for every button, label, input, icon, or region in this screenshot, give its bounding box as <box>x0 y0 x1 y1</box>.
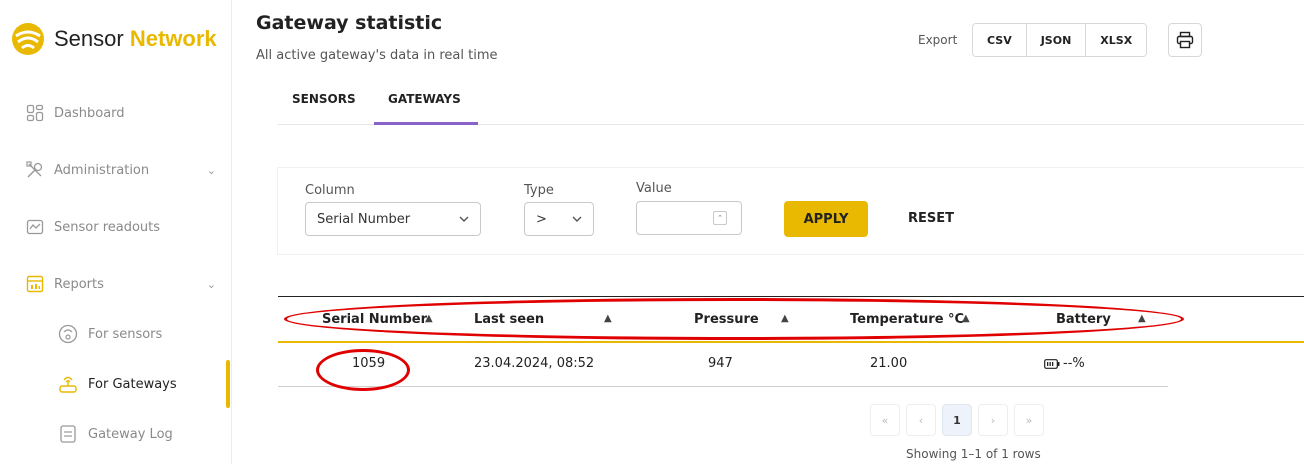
sidebar-item-label: Dashboard <box>54 105 125 121</box>
tab-bar: SENSORS GATEWAYS <box>278 90 1304 125</box>
export-csv-button[interactable]: CSV <box>973 24 1027 56</box>
dashboard-icon <box>26 104 44 122</box>
pagination: « ‹ 1 › » <box>870 404 1044 436</box>
sidebar-subitem-label: For Gateways <box>88 376 177 392</box>
export-button-group: CSV JSON XLSX <box>972 23 1148 57</box>
export-xlsx-button[interactable]: XLSX <box>1086 24 1147 56</box>
battery-value: --% <box>1063 356 1085 371</box>
chevron-down-icon: ⌄ <box>206 163 216 177</box>
sidebar-item-sensor-readouts[interactable]: Sensor readouts <box>26 218 216 236</box>
prev-page-button[interactable]: ‹ <box>906 404 936 436</box>
tab-sensors[interactable]: SENSORS <box>292 92 356 106</box>
reset-button[interactable]: RESET <box>908 211 954 226</box>
type-label: Type <box>524 183 554 198</box>
sidebar-item-dashboard[interactable]: Dashboard <box>26 104 216 122</box>
last-page-button[interactable]: » <box>1014 404 1044 436</box>
export-label: Export <box>918 33 958 47</box>
sidebar-subitem-for-gateways[interactable]: For Gateways <box>58 374 177 394</box>
type-select-value: > <box>536 211 547 227</box>
active-tab-indicator <box>374 122 478 125</box>
logo-text: Sensor Network <box>54 26 217 52</box>
serial-highlight-annotation <box>316 349 410 391</box>
cell-pressure: 947 <box>708 356 733 371</box>
sidebar-subitem-gateway-log[interactable]: Gateway Log <box>58 424 173 444</box>
logo-name: Sensor <box>54 26 124 51</box>
sidebar-subitem-for-sensors[interactable]: For sensors <box>58 324 162 344</box>
chart-icon <box>26 218 44 236</box>
column-select[interactable]: Serial Number <box>305 202 481 236</box>
logo-accent: Network <box>129 26 217 51</box>
chevron-down-icon <box>572 216 582 222</box>
logo-icon <box>12 23 44 55</box>
chevron-down-icon: ⌄ <box>206 277 216 291</box>
sidebar-subitem-label: For sensors <box>88 326 163 342</box>
column-select-value: Serial Number <box>317 211 411 227</box>
sidebar-subitem-label: Gateway Log <box>88 426 173 442</box>
cell-temperature: 21.00 <box>870 356 908 371</box>
tab-gateways[interactable]: GATEWAYS <box>388 92 461 106</box>
type-select[interactable]: > <box>524 202 594 236</box>
printer-icon <box>1176 31 1194 49</box>
logo[interactable]: Sensor Network <box>10 22 217 56</box>
sidebar: Sensor Network Dashboard Administration … <box>0 0 232 464</box>
app-root: Sensor Network Dashboard Administration … <box>0 0 1304 464</box>
tools-icon <box>26 161 44 179</box>
filter-panel: Column Serial Number Type > Value ⌃ APPL… <box>278 168 1304 254</box>
active-indicator <box>226 360 230 408</box>
page-1-button[interactable]: 1 <box>942 404 972 436</box>
sidebar-item-label: Sensor readouts <box>54 219 161 235</box>
spinner-icon[interactable]: ⌃ <box>713 211 727 225</box>
print-button[interactable] <box>1168 23 1202 57</box>
sidebar-item-reports[interactable]: Reports ⌄ <box>26 275 216 293</box>
apply-button[interactable]: APPLY <box>784 201 868 237</box>
table-row[interactable]: 1059 23.04.2024, 08:52 947 21.00 --% <box>278 343 1168 387</box>
sidebar-item-label: Reports <box>54 276 104 292</box>
value-input[interactable]: ⌃ <box>636 201 742 235</box>
document-icon <box>58 424 78 444</box>
chevron-down-icon <box>459 216 469 222</box>
sensor-icon <box>58 324 78 344</box>
page-subtitle: All active gateway's data in real time <box>256 48 498 63</box>
first-page-button[interactable]: « <box>870 404 900 436</box>
cell-last-seen: 23.04.2024, 08:52 <box>474 356 595 371</box>
battery-icon <box>1044 358 1060 369</box>
header-highlight-annotation <box>284 298 1184 340</box>
value-label: Value <box>636 181 672 196</box>
gateway-icon <box>58 374 78 394</box>
rows-info: Showing 1–1 of 1 rows <box>906 447 1041 461</box>
sidebar-item-administration[interactable]: Administration ⌄ <box>26 161 216 179</box>
column-label: Column <box>305 183 355 198</box>
next-page-button[interactable]: › <box>978 404 1008 436</box>
sidebar-item-label: Administration <box>54 162 150 178</box>
cell-battery: --% <box>1044 356 1085 371</box>
export-json-button[interactable]: JSON <box>1026 24 1087 56</box>
calendar-icon <box>26 275 44 293</box>
page-title: Gateway statistic <box>256 12 443 34</box>
